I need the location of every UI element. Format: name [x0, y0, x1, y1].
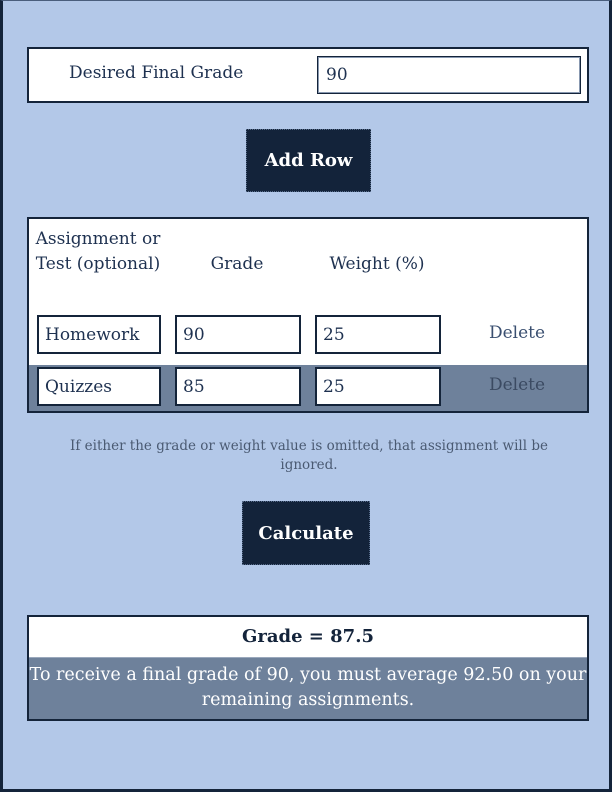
result-panel: Grade = 87.5 To receive a final grade of…: [27, 615, 589, 721]
assignments-table: Assignment or Test (optional) Grade Weig…: [27, 217, 589, 413]
table-row: Delete: [29, 313, 587, 361]
delete-row-button[interactable]: Delete: [467, 375, 567, 395]
header-weight: Weight (%): [329, 254, 425, 274]
result-grade: Grade = 87.5: [29, 617, 587, 658]
assignment-name-input[interactable]: [37, 367, 161, 406]
grade-input[interactable]: [175, 367, 301, 406]
calculate-button[interactable]: Calculate: [242, 501, 370, 565]
assignment-name-input[interactable]: [37, 315, 161, 354]
desired-grade-label: Desired Final Grade: [69, 63, 244, 83]
header-assignment: Assignment or Test (optional): [35, 229, 161, 274]
grade-input[interactable]: [175, 315, 301, 354]
result-message: To receive a final grade of 90, you must…: [29, 665, 587, 710]
grade-calculator: Desired Final Grade Add Row Assignment o…: [0, 0, 612, 792]
table-row: Delete: [29, 365, 587, 411]
desired-grade-input[interactable]: [317, 56, 581, 94]
omission-note: If either the grade or weight value is o…: [70, 438, 548, 473]
add-row-button[interactable]: Add Row: [246, 129, 371, 192]
header-grade: Grade: [210, 254, 264, 274]
weight-input[interactable]: [315, 367, 441, 406]
delete-row-button[interactable]: Delete: [467, 323, 567, 343]
desired-grade-panel: Desired Final Grade: [27, 47, 589, 103]
weight-input[interactable]: [315, 315, 441, 354]
